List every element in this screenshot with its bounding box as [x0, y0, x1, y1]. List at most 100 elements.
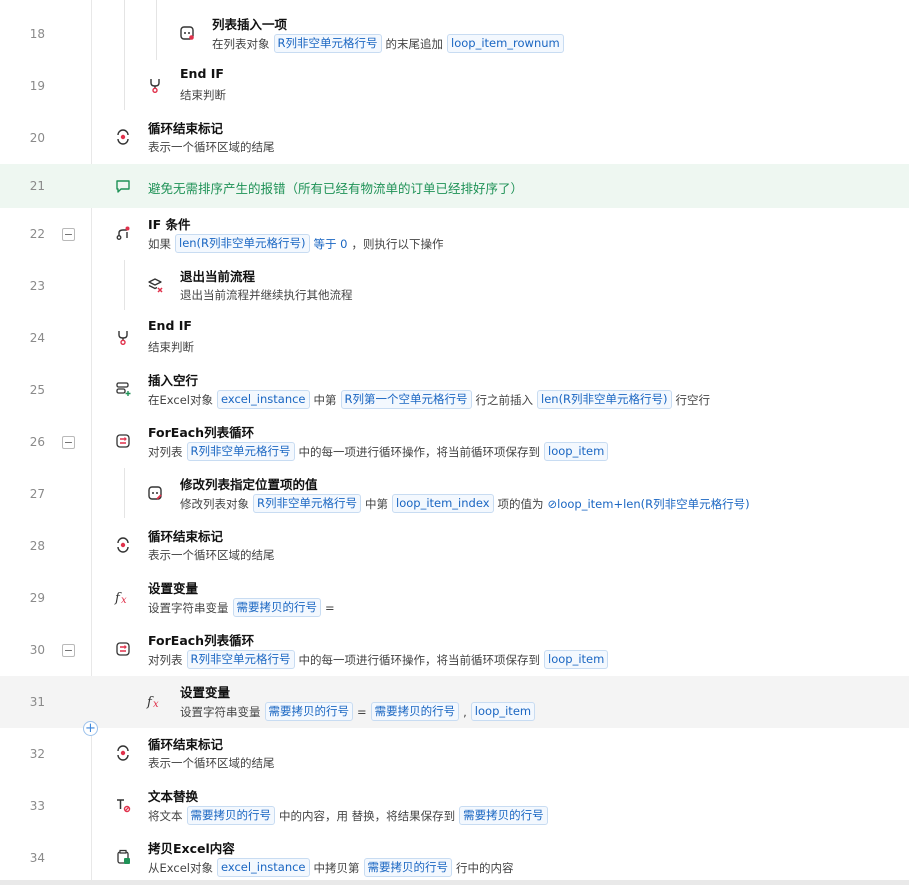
line-number: 21 [29, 179, 45, 193]
svg-text:x: x [121, 595, 127, 605]
desc-text: 表示一个循环区域的结尾 [148, 548, 275, 562]
desc-text: 中的每一项进行循环操作，将当前循环项保存到 [298, 444, 541, 459]
collapse-button[interactable]: − [62, 228, 75, 241]
variable-tag[interactable]: 需要拷贝的行号 [370, 702, 460, 721]
step-description: 结束判断 [148, 339, 198, 355]
flow-step-row[interactable]: 22 − IF 条件 如果 len(R列非空单元格行号) 等于 0 ，则执行以下… [0, 208, 909, 260]
desc-text: , [463, 704, 467, 719]
step-title: End IF [180, 66, 224, 81]
variable-tag[interactable]: R列非空单元格行号 [186, 650, 295, 669]
desc-text: 结束判断 [148, 340, 194, 354]
flow-step-row[interactable]: 19 End IF 结束判断 [0, 60, 909, 112]
step-description: 在Excel对象 excel_instance 中第 R列第一个空单元格行号 行… [148, 390, 714, 409]
end-if-icon [114, 328, 132, 346]
variable-tag[interactable]: 需要拷贝的行号 [186, 806, 275, 825]
variable-tag[interactable]: loop_item [470, 702, 536, 721]
variable-tag[interactable]: R列非空单元格行号 [186, 442, 295, 461]
step-title: 插入空行 [148, 373, 199, 388]
desc-text: 中的每一项进行循环操作，将当前循环项保存到 [298, 652, 541, 667]
flow-step-row[interactable]: 32 循环结束标记 表示一个循环区域的结尾 [0, 728, 909, 780]
line-number: 26 [29, 435, 45, 449]
desc-text: 中的内容，用 替换，将结果保存到 [279, 808, 456, 823]
step-title: ForEach列表循环 [148, 633, 255, 648]
variable-tag[interactable]: R列第一个空单元格行号 [340, 390, 472, 409]
line-number: 19 [29, 79, 45, 93]
desc-text: = [325, 600, 335, 615]
horizontal-scrollbar[interactable] [0, 880, 909, 885]
loop-end-icon [114, 536, 132, 554]
variable-tag[interactable]: excel_instance [216, 390, 310, 409]
comment-row[interactable]: 21 避免无需排序产生的报错（所有已经有物流单的订单已经排好序了） [0, 164, 909, 208]
flow-step-row[interactable]: 33 文本替换 将文本 需要拷贝的行号 中的内容，用 替换，将结果保存到 需要拷… [0, 780, 909, 832]
desc-text: 项的值为 [497, 496, 544, 511]
flow-step-row[interactable]: 30 − ForEach列表循环 对列表 R列非空单元格行号 中的每一项进行循环… [0, 624, 909, 676]
variable-tag[interactable]: loop_item [544, 650, 609, 669]
line-number: 18 [29, 27, 45, 41]
exit-process-icon [146, 276, 164, 294]
step-title: 文本替换 [148, 789, 199, 804]
flow-step-row[interactable]: 25 插入空行 在Excel对象 excel_instance 中第 R列第一个… [0, 364, 909, 416]
flow-step-row[interactable]: 26 − ForEach列表循环 对列表 R列非空单元格行号 中的每一项进行循环… [0, 416, 909, 468]
variable-tag[interactable]: loop_item_index [392, 494, 494, 513]
line-number: 22 [29, 227, 45, 241]
desc-text: 行之前插入 [475, 392, 534, 407]
variable-tag[interactable]: loop_item_rownum [447, 34, 564, 53]
comment-text: 避免无需排序产生的报错（所有已经有物流单的订单已经排好序了） [148, 181, 524, 196]
collapse-button[interactable]: − [62, 436, 75, 449]
desc-text: 在Excel对象 [148, 392, 213, 407]
line-number: 25 [29, 383, 45, 397]
line-number: 27 [29, 487, 45, 501]
variable-tag[interactable]: len(R列非空单元格行号) [537, 390, 672, 409]
copy-excel-icon [114, 848, 132, 866]
set-variable-icon: fx [146, 692, 164, 710]
variable-tag[interactable]: 需要拷贝的行号 [363, 858, 453, 877]
step-title: 循环结束标记 [148, 737, 224, 752]
if-condition-icon [114, 224, 132, 242]
flow-step-row[interactable]: 20 循环结束标记 表示一个循环区域的结尾 [0, 112, 909, 164]
step-description: 结束判断 [180, 87, 230, 103]
variable-tag[interactable]: R列非空单元格行号 [253, 494, 361, 513]
step-title: 设置变量 [148, 581, 199, 596]
expression-value[interactable]: ⊘loop_item+len(R列非空单元格行号) [548, 496, 750, 512]
flow-step-row-selected[interactable]: 31 fx 设置变量 设置字符串变量 需要拷贝的行号 = 需要拷贝的行号 , l… [0, 676, 909, 728]
desc-text: 从Excel对象 [148, 860, 213, 875]
step-title: 退出当前流程 [180, 269, 256, 284]
line-number: 28 [29, 539, 45, 553]
variable-tag[interactable]: 需要拷贝的行号 [232, 598, 321, 617]
desc-text: ，则执行以下操作 [351, 236, 444, 251]
list-modify-icon [146, 484, 164, 502]
step-description: 对列表 R列非空单元格行号 中的每一项进行循环操作，将当前循环项保存到 loop… [148, 442, 612, 461]
desc-text: 行中的内容 [456, 860, 514, 875]
variable-tag[interactable]: loop_item [544, 442, 609, 461]
variable-tag[interactable]: excel_instance [216, 858, 310, 877]
desc-text: 行空行 [675, 392, 711, 407]
variable-tag[interactable]: 需要拷贝的行号 [459, 806, 548, 825]
flow-step-row[interactable]: 27 修改列表指定位置项的值 修改列表对象 R列非空单元格行号 中第 loop_… [0, 468, 909, 520]
flow-step-row[interactable]: 24 End IF 结束判断 [0, 312, 909, 364]
step-title: 循环结束标记 [148, 529, 224, 544]
loop-end-icon [114, 128, 132, 146]
step-description: 表示一个循环区域的结尾 [148, 139, 279, 155]
line-number: 29 [29, 591, 45, 605]
step-title: 修改列表指定位置项的值 [180, 477, 318, 492]
step-description: 表示一个循环区域的结尾 [148, 547, 279, 563]
flow-step-row[interactable]: 28 循环结束标记 表示一个循环区域的结尾 [0, 520, 909, 572]
desc-text: 设置字符串变量 [180, 704, 261, 719]
step-title: 列表插入一项 [212, 17, 288, 32]
desc-text: 表示一个循环区域的结尾 [148, 140, 275, 154]
variable-tag[interactable]: len(R列非空单元格行号) [175, 234, 310, 253]
collapse-button[interactable]: − [62, 644, 75, 657]
flow-step-row[interactable]: 18 列表插入一项 在列表对象 R列非空单元格行号 的末尾追加 loop_ite… [0, 8, 909, 60]
desc-text: 中第 [365, 496, 388, 511]
step-description: 从Excel对象 excel_instance 中拷贝第 需要拷贝的行号 行中的… [148, 858, 518, 877]
line-number: 32 [29, 747, 45, 761]
comment-icon [114, 177, 132, 195]
step-description: 修改列表对象 R列非空单元格行号 中第 loop_item_index 项的值为… [180, 494, 754, 513]
flow-step-row[interactable]: 34 拷贝Excel内容 从Excel对象 excel_instance 中拷贝… [0, 832, 909, 880]
variable-tag[interactable]: 需要拷贝的行号 [264, 702, 353, 721]
flow-step-row[interactable]: 23 退出当前流程 退出当前流程并继续执行其他流程 [0, 260, 909, 312]
flow-step-row[interactable]: 29 fx 设置变量 设置字符串变量 需要拷贝的行号 = [0, 572, 909, 624]
variable-tag[interactable]: R列非空单元格行号 [273, 34, 382, 53]
step-description: 设置字符串变量 需要拷贝的行号 = 需要拷贝的行号 , loop_item [180, 702, 539, 721]
desc-text: 对列表 [148, 652, 183, 667]
